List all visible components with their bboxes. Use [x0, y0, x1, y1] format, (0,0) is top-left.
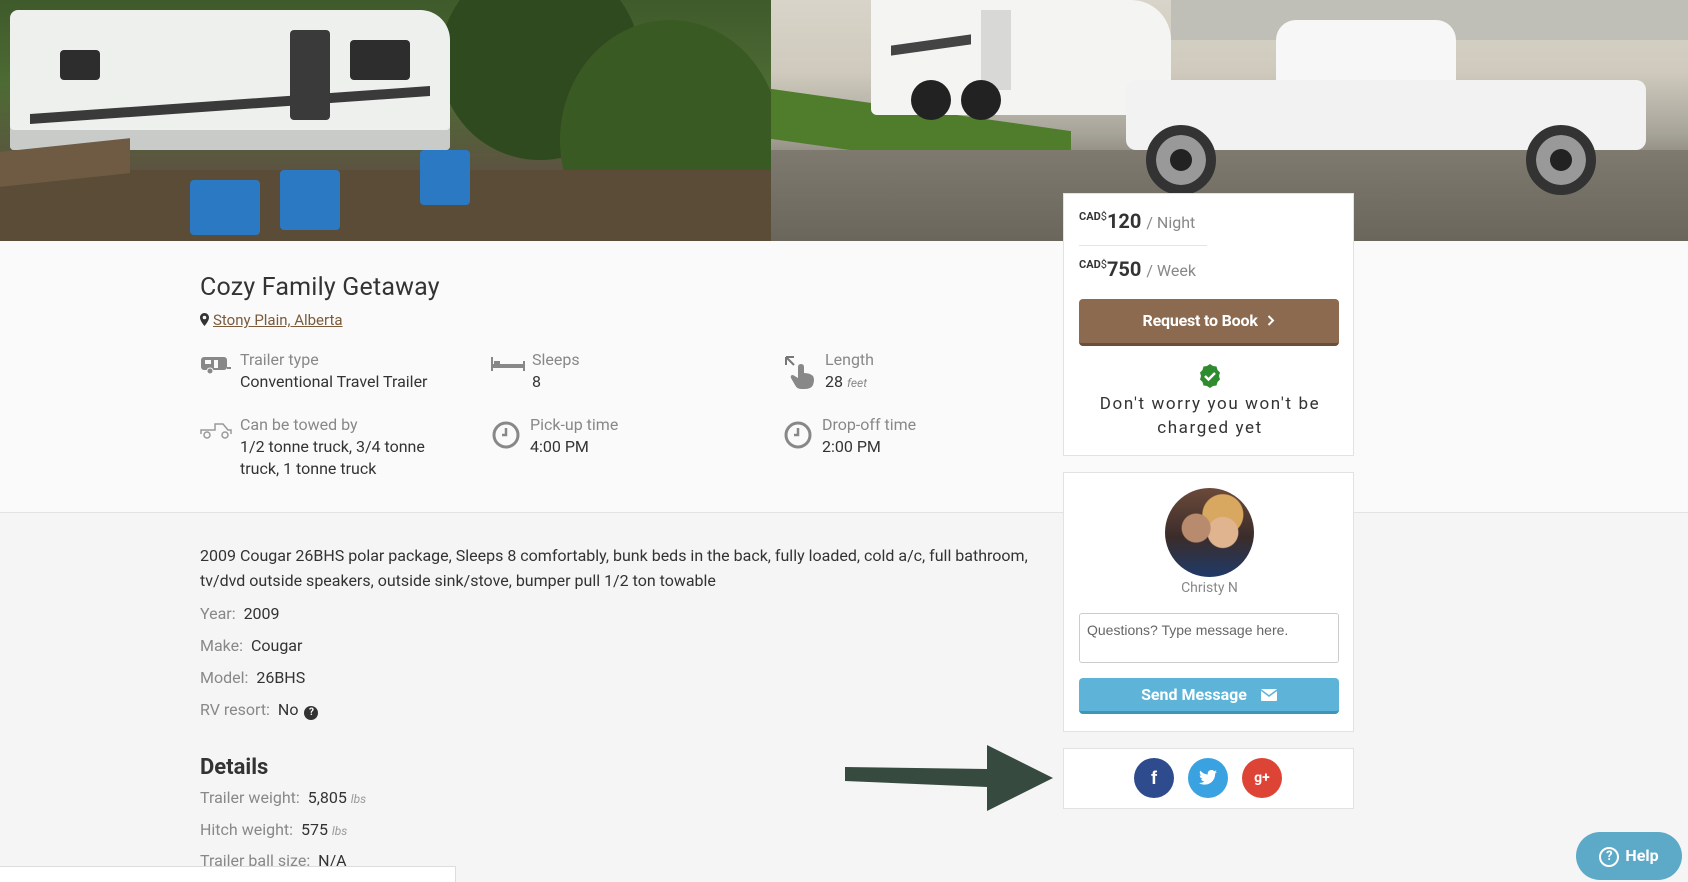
currency-code: CAD: [1079, 210, 1101, 223]
location-text: Stony Plain, Alberta: [213, 311, 343, 329]
price-night: CAD$120 / Night: [1079, 209, 1195, 233]
divider: [1079, 245, 1207, 246]
spec-value: No: [277, 700, 299, 719]
spec-rv-resort: RV resort: No?: [200, 700, 319, 720]
feature-pickup-time: Pick-up time 4:00 PM: [488, 414, 618, 458]
bottom-panel-edge: [0, 866, 456, 882]
measure-hand-icon: [783, 349, 819, 389]
detail-hitch-weight: Hitch weight: 575 lbs: [200, 820, 347, 839]
send-message-button[interactable]: Send Message: [1079, 678, 1339, 714]
feature-label: Drop-off time: [822, 415, 917, 434]
price-period: / Week: [1146, 261, 1196, 280]
length-unit: feet: [846, 376, 868, 390]
facebook-icon: f: [1151, 768, 1157, 788]
listing-description: 2009 Cougar 26BHS polar package, Sleeps …: [200, 546, 1028, 590]
bed-icon: [490, 349, 526, 379]
feature-dropoff-time: Drop-off time 2:00 PM: [780, 414, 916, 458]
feature-value: 8: [532, 372, 541, 391]
no-charge-notice: Don't worry you won't be charged yet: [1099, 394, 1321, 438]
feature-label: Length: [825, 350, 874, 369]
twitter-share-button[interactable]: [1188, 758, 1228, 798]
detail-unit: lbs: [331, 824, 348, 838]
message-input[interactable]: [1079, 613, 1339, 663]
feature-towed-by: Can be towed by 1/2 tonne truck, 3/4 ton…: [198, 414, 440, 480]
photo-campsite[interactable]: [0, 0, 780, 241]
detail-label: Trailer weight:: [200, 788, 300, 807]
price-amount: 750: [1106, 257, 1142, 281]
detail-value: 5,805: [307, 788, 347, 807]
detail-trailer-weight: Trailer weight: 5,805 lbs: [200, 788, 366, 807]
booking-card: CAD$120 / Night CAD$750 / Week Request t…: [1063, 193, 1354, 456]
request-to-book-button[interactable]: Request to Book: [1079, 299, 1339, 346]
location-link[interactable]: Stony Plain, Alberta: [200, 311, 343, 329]
facebook-share-button[interactable]: f: [1134, 758, 1174, 798]
feature-value: 28 feet: [825, 371, 874, 394]
detail-unit: lbs: [350, 792, 367, 806]
chevron-right-icon: [1268, 315, 1275, 326]
spec-value: 2009: [243, 604, 280, 623]
feature-sleeps: Sleeps 8: [490, 349, 580, 393]
price-period: / Night: [1146, 213, 1196, 232]
feature-value: 4:00 PM: [530, 437, 589, 456]
feature-label: Sleeps: [532, 350, 580, 369]
spec-model: Model: 26BHS: [200, 668, 305, 687]
pointer-arrow-icon: [845, 745, 1053, 811]
help-question-icon[interactable]: ?: [304, 706, 319, 720]
hero-gallery[interactable]: [0, 0, 1688, 241]
length-value: 28: [825, 372, 843, 391]
details-heading: Details: [200, 755, 269, 780]
price-amount: 120: [1106, 209, 1142, 233]
clock-icon: [488, 414, 524, 449]
google-plus-icon: g+: [1254, 770, 1270, 786]
listing-title: Cozy Family Getaway: [200, 273, 440, 302]
owner-name: Christy N: [1181, 580, 1238, 596]
check-circle-icon: [1200, 364, 1220, 388]
twitter-icon: [1199, 769, 1217, 785]
spec-label: RV resort:: [200, 700, 270, 719]
help-label: Help: [1625, 846, 1659, 865]
feature-label: Pick-up time: [530, 415, 619, 434]
google-plus-share-button[interactable]: g+: [1242, 758, 1282, 798]
price-week: CAD$750 / Week: [1079, 257, 1196, 281]
feature-value: 2:00 PM: [822, 437, 881, 456]
feature-value: Conventional Travel Trailer: [240, 372, 428, 391]
spec-label: Make:: [200, 636, 243, 655]
question-circle-icon: ?: [1599, 847, 1620, 867]
feature-length: Length 28 feet: [783, 349, 874, 394]
owner-contact-card: Christy N Send Message: [1063, 472, 1354, 732]
trailer-icon: [198, 349, 234, 379]
currency-code: CAD: [1079, 258, 1101, 271]
detail-value: 575: [300, 820, 328, 839]
spec-label: Model:: [200, 668, 249, 687]
detail-label: Hitch weight:: [200, 820, 293, 839]
truck-icon: [198, 414, 234, 444]
send-label: Send Message: [1141, 685, 1247, 704]
share-card: f g+: [1063, 748, 1354, 809]
clock-icon: [780, 414, 816, 449]
feature-label: Trailer type: [240, 350, 319, 369]
owner-avatar[interactable]: [1165, 488, 1254, 577]
spec-make: Make: Cougar: [200, 636, 302, 655]
feature-value: 1/2 tonne truck, 3/4 tonne truck, 1 tonn…: [240, 437, 425, 478]
help-button[interactable]: ? Help: [1576, 832, 1682, 880]
feature-trailer-type: Trailer type Conventional Travel Trailer: [198, 349, 427, 393]
spec-value: Cougar: [250, 636, 303, 655]
envelope-icon: [1260, 689, 1278, 701]
map-pin-icon: [200, 313, 209, 326]
spec-value: 26BHS: [256, 668, 306, 687]
spec-label: Year:: [200, 604, 236, 623]
spec-year: Year: 2009: [200, 604, 280, 623]
feature-label: Can be towed by: [240, 415, 358, 434]
book-label: Request to Book: [1142, 311, 1258, 330]
